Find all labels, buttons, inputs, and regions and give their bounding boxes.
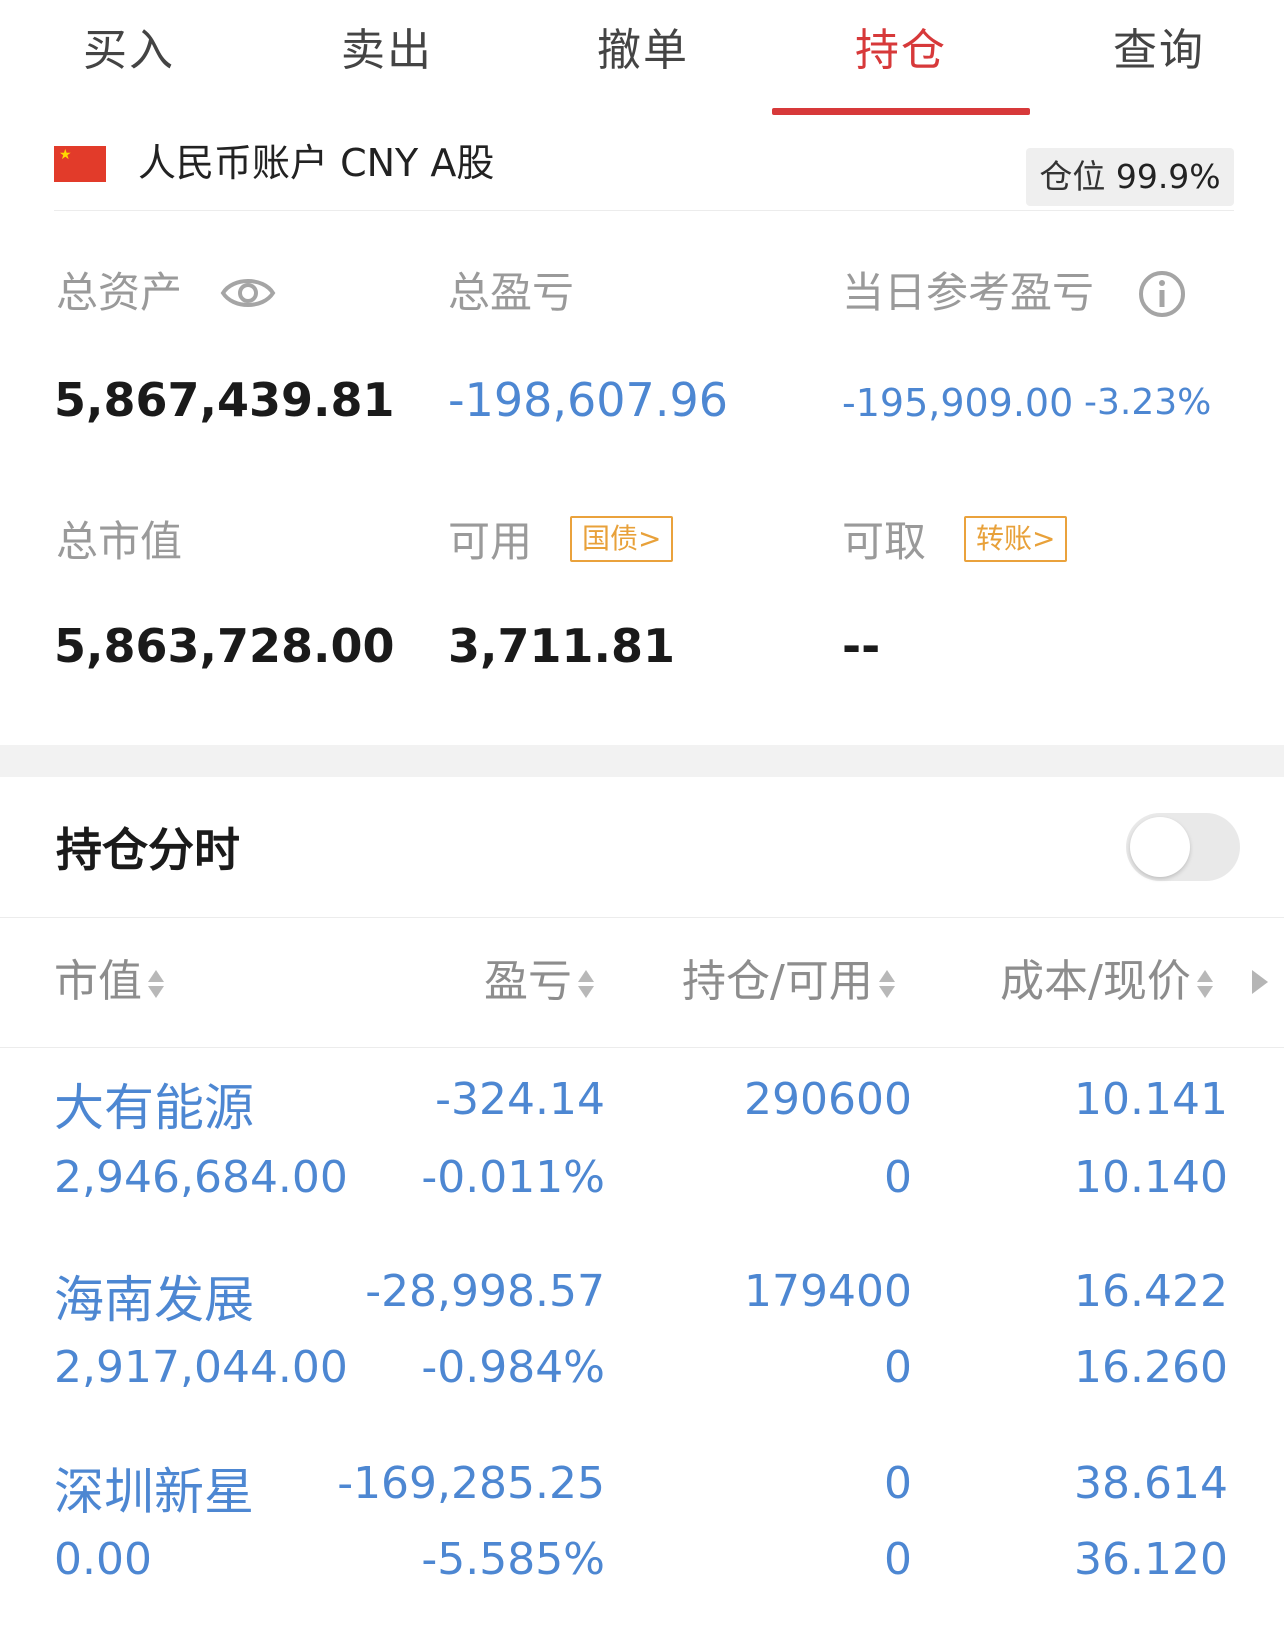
tab-sell[interactable]: 卖出 [258, 16, 516, 86]
transfer-tag-button[interactable]: 转账> [964, 516, 1068, 562]
china-flag-icon: ★ [54, 146, 106, 182]
stock-pl-percent: -5.585% [421, 1534, 605, 1585]
column-header-label: 成本/现价 [1000, 956, 1191, 1007]
column-header-market-value[interactable]: 市值 [54, 952, 166, 1012]
column-header-position-available[interactable]: 持仓/可用 [682, 952, 897, 1012]
available-label: 可用 [448, 517, 533, 566]
column-header-label: 市值 [54, 956, 142, 1007]
stock-price: 10.140 [1074, 1152, 1228, 1203]
position-ratio-value: 99.9% [1115, 157, 1221, 196]
stock-price: 36.120 [1074, 1534, 1228, 1585]
stock-available: 0 [884, 1152, 912, 1203]
tab-query[interactable]: 查询 [1030, 16, 1284, 86]
stock-pl-percent: -0.011% [421, 1152, 605, 1203]
stock-cost: 10.141 [1074, 1074, 1228, 1125]
withdrawable-label: 可取 [842, 517, 927, 566]
stock-available: 0 [884, 1534, 912, 1585]
stock-cost: 16.422 [1074, 1266, 1228, 1317]
stock-position: 179400 [744, 1266, 912, 1317]
holdings-intraday-title: 持仓分时 [56, 823, 240, 877]
daily-pl-percent: -3.23% [1084, 382, 1212, 423]
active-tab-indicator [772, 108, 1030, 115]
holdings-intraday-toggle[interactable] [1126, 813, 1240, 881]
stock-pl: -324.14 [435, 1074, 605, 1125]
market-value-label: 总市值 [56, 517, 183, 566]
tab-holdings[interactable]: 持仓 [772, 16, 1030, 86]
stock-pl: -28,998.57 [365, 1266, 605, 1317]
account-label: 人民币账户 CNY A股 [138, 141, 495, 185]
column-header-cost-price[interactable]: 成本/现价 [1000, 952, 1215, 1012]
tab-cancel-order[interactable]: 撤单 [514, 16, 772, 86]
daily-pl-label: 当日参考盈亏 [842, 268, 1095, 317]
sort-icon [1196, 970, 1213, 998]
stock-position: 0 [884, 1458, 912, 1509]
top-tab-bar: 买入 卖出 撤单 持仓 查询 [0, 0, 1284, 118]
scroll-right-arrow-icon[interactable] [1252, 970, 1268, 994]
treasury-bond-tag-button[interactable]: 国债> [570, 516, 674, 562]
stock-market-value: 2,946,684.00 [54, 1152, 348, 1203]
stock-available: 0 [884, 1342, 912, 1393]
stock-name: 大有能源 [54, 1079, 254, 1137]
stock-market-value: 0.00 [54, 1534, 152, 1585]
stock-name: 海南发展 [54, 1271, 254, 1329]
divider [0, 917, 1284, 918]
column-header-label: 持仓/可用 [682, 956, 873, 1007]
position-ratio-badge: 仓位 99.9% [1026, 148, 1234, 206]
sort-icon [878, 970, 895, 998]
total-pl-value: -198,607.96 [448, 373, 728, 427]
divider [54, 210, 1234, 211]
market-value-value: 5,863,728.00 [54, 619, 395, 673]
section-separator [0, 745, 1284, 777]
column-header-pl[interactable]: 盈亏 [484, 952, 596, 1012]
column-header-label: 盈亏 [484, 956, 572, 1007]
eye-icon[interactable] [220, 272, 276, 314]
tab-buy[interactable]: 买入 [0, 16, 258, 86]
total-pl-label: 总盈亏 [448, 268, 575, 317]
stock-pl: -169,285.25 [337, 1458, 605, 1509]
divider [0, 1047, 1284, 1048]
withdrawable-value: -- [842, 619, 881, 673]
sort-icon [578, 970, 594, 998]
total-assets-value: 5,867,439.81 [54, 373, 395, 427]
stock-cost: 38.614 [1074, 1458, 1228, 1509]
position-ratio-label: 仓位 [1039, 157, 1106, 196]
stock-name: 深圳新星 [54, 1463, 254, 1521]
stock-market-value: 2,917,044.00 [54, 1342, 348, 1393]
stock-position: 290600 [744, 1074, 912, 1125]
total-assets-label: 总资产 [56, 268, 183, 317]
stock-pl-percent: -0.984% [421, 1342, 605, 1393]
account-row[interactable]: ★ 人民币账户 CNY A股 仓位 99.9% [0, 118, 1284, 210]
sort-icon [148, 970, 164, 998]
toggle-knob [1130, 817, 1190, 877]
stock-price: 16.260 [1074, 1342, 1228, 1393]
info-icon[interactable] [1138, 270, 1186, 318]
daily-pl-value: -195,909.00 [842, 381, 1074, 425]
available-value: 3,711.81 [448, 619, 675, 673]
